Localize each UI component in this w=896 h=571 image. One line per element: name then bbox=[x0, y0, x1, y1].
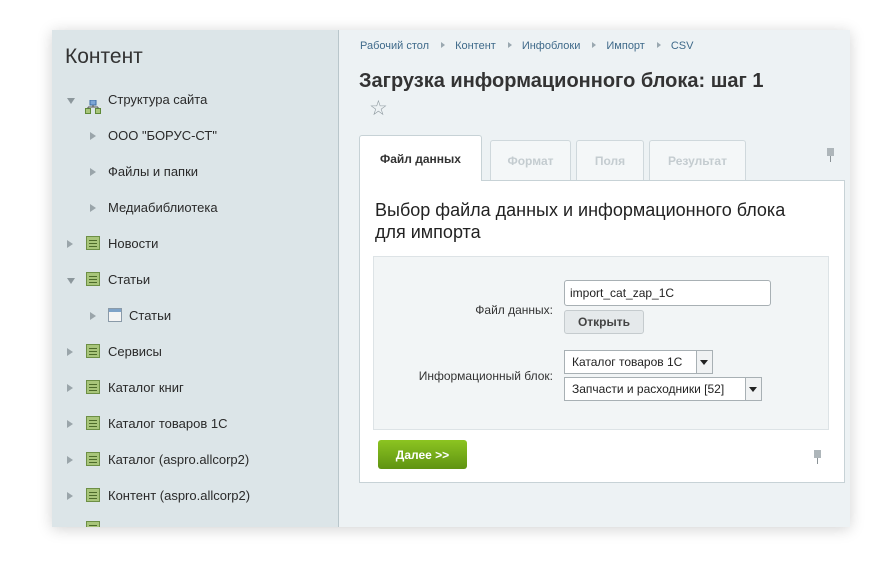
pin-icon[interactable] bbox=[826, 148, 835, 162]
breadcrumb-import[interactable]: Импорт bbox=[606, 40, 644, 52]
infoblock-type-select[interactable]: Каталог товаров 1С bbox=[564, 350, 713, 374]
sidebar-item-services[interactable]: Сервисы bbox=[52, 334, 338, 370]
site-structure-icon bbox=[85, 92, 101, 114]
tab-fields[interactable]: Поля bbox=[576, 140, 644, 180]
sidebar-item-label: Медиабиблиотека bbox=[108, 200, 218, 215]
infoblock-icon bbox=[86, 416, 100, 430]
sidebar-item-label: Структура сайта bbox=[108, 92, 208, 107]
sidebar-item-label: Каталог (aspro.allcorp2) bbox=[108, 452, 250, 467]
data-file-input[interactable] bbox=[564, 280, 771, 306]
expand-arrow-icon[interactable] bbox=[90, 168, 96, 176]
import-form: Файл данных: Открыть Информационный блок… bbox=[373, 256, 829, 430]
list-icon bbox=[108, 308, 122, 322]
infoblock-icon bbox=[86, 236, 100, 250]
tab-data-file[interactable]: Файл данных bbox=[359, 135, 482, 181]
chevron-down-icon[interactable] bbox=[696, 351, 712, 373]
expand-arrow-icon[interactable] bbox=[67, 420, 73, 428]
sidebar-item-files-folders[interactable]: Файлы и папки bbox=[52, 154, 338, 190]
sidebar-item-label: Контент (aspro.allcorp2) bbox=[108, 488, 251, 503]
sidebar-item-book-catalog[interactable]: Каталог книг bbox=[52, 370, 338, 406]
sidebar-item-site-structure[interactable]: Структура сайта bbox=[52, 82, 338, 118]
sidebar: Контент Структура сайта ООО "БОРУС-СТ" Ф… bbox=[52, 30, 339, 527]
next-button[interactable]: Далее >> bbox=[378, 440, 467, 469]
sidebar-item-label: Сервисы bbox=[108, 344, 162, 359]
breadcrumb-separator-icon bbox=[592, 42, 597, 48]
sidebar-item-label: Статьи bbox=[129, 308, 172, 323]
panel-heading: Выбор файла данных и информационного бло… bbox=[375, 200, 786, 242]
breadcrumb-infoblocks[interactable]: Инфоблоки bbox=[522, 40, 581, 52]
expand-arrow-icon[interactable] bbox=[90, 132, 96, 140]
expand-arrow-icon[interactable] bbox=[90, 204, 96, 212]
sidebar-item-label: Файлы и папки bbox=[108, 164, 199, 179]
infoblock-icon bbox=[86, 380, 100, 394]
infoblock-label: Информационный блок: bbox=[418, 369, 553, 383]
admin-window: Контент Структура сайта ООО "БОРУС-СТ" Ф… bbox=[52, 30, 850, 527]
expand-arrow-icon[interactable] bbox=[90, 312, 96, 320]
breadcrumb-desktop[interactable]: Рабочий стол bbox=[360, 40, 429, 52]
expand-arrow-icon[interactable] bbox=[67, 348, 73, 356]
collapse-arrow-icon[interactable] bbox=[67, 98, 75, 104]
chevron-down-icon[interactable] bbox=[745, 378, 761, 400]
breadcrumb-csv[interactable]: CSV bbox=[671, 40, 694, 52]
open-button[interactable]: Открыть bbox=[564, 310, 644, 334]
sidebar-item-content-aspro[interactable]: Контент (aspro.allcorp2) bbox=[52, 478, 338, 514]
breadcrumb-content[interactable]: Контент bbox=[455, 40, 496, 52]
infoblock-icon bbox=[86, 488, 100, 502]
main-content: Рабочий стол Контент Инфоблоки Импорт CSV За… bbox=[339, 30, 850, 527]
expand-arrow-icon[interactable] bbox=[67, 492, 73, 500]
sidebar-item-news[interactable]: Новости bbox=[52, 226, 338, 262]
infoblock-icon bbox=[86, 521, 100, 527]
collapse-arrow-icon[interactable] bbox=[67, 278, 75, 284]
sidebar-item-articles[interactable]: Статьи bbox=[52, 262, 338, 298]
expand-arrow-icon[interactable] bbox=[67, 456, 73, 464]
sidebar-item-articles-list[interactable]: Статьи bbox=[52, 298, 338, 334]
tab-panel: Выбор файла данных и информационного бло… bbox=[359, 180, 845, 483]
pin-icon[interactable] bbox=[813, 450, 822, 464]
breadcrumb-separator-icon bbox=[656, 42, 661, 48]
tab-result[interactable]: Результат bbox=[649, 140, 746, 180]
tab-format[interactable]: Формат bbox=[490, 140, 571, 180]
favorite-star-icon[interactable]: ☆ bbox=[369, 96, 388, 121]
infoblock-select[interactable]: Запчасти и расходники [52] bbox=[564, 377, 762, 401]
page-title: Загрузка информационного блока: шаг 1 bbox=[359, 70, 764, 92]
sidebar-item-label: Каталог товаров 1С bbox=[108, 416, 228, 431]
sidebar-item-goods-catalog-1c[interactable]: Каталог товаров 1С bbox=[52, 406, 338, 442]
infoblock-icon bbox=[86, 344, 100, 358]
expand-arrow-icon[interactable] bbox=[67, 384, 73, 392]
sidebar-title: Контент bbox=[65, 45, 143, 68]
infoblock-type-value: Каталог товаров 1С bbox=[572, 355, 683, 369]
infoblock-value: Запчасти и расходники [52] bbox=[572, 382, 725, 396]
data-file-label: Файл данных: bbox=[475, 303, 553, 317]
sidebar-item-label: ООО "БОРУС-СТ" bbox=[108, 128, 217, 143]
sidebar-item-company[interactable]: ООО "БОРУС-СТ" bbox=[52, 118, 338, 154]
sidebar-item-label: Каталог книг bbox=[108, 380, 184, 395]
sidebar-item-label: Новости bbox=[108, 236, 159, 251]
expand-arrow-icon[interactable] bbox=[67, 240, 73, 248]
infoblock-icon bbox=[86, 452, 100, 466]
infoblock-icon bbox=[86, 272, 100, 286]
breadcrumb-separator-icon bbox=[507, 42, 512, 48]
sidebar-item-catalog-aspro[interactable]: Каталог (aspro.allcorp2) bbox=[52, 442, 338, 478]
breadcrumb: Рабочий стол Контент Инфоблоки Импорт CSV bbox=[360, 40, 693, 52]
breadcrumb-separator-icon bbox=[441, 42, 446, 48]
sidebar-item-media-library[interactable]: Медиабиблиотека bbox=[52, 190, 338, 226]
sidebar-item-label: Статьи bbox=[108, 272, 151, 287]
